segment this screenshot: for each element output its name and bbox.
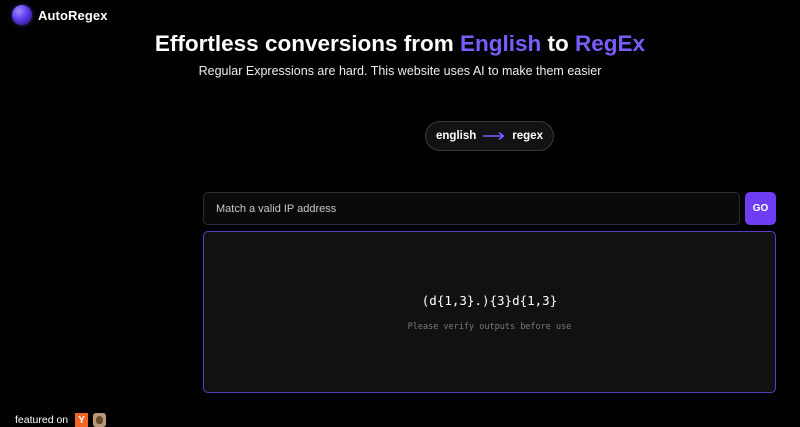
mode-toggle[interactable]: english regex — [425, 121, 554, 151]
page: AutoRegex Effortless conversions from En… — [0, 0, 800, 427]
prompt-input[interactable] — [203, 192, 740, 225]
featured-on: featured on Y — [15, 413, 107, 427]
verify-note: Please verify outputs before use — [407, 322, 572, 332]
brand[interactable]: AutoRegex — [12, 5, 108, 25]
mode-from-label: english — [436, 130, 477, 142]
y-combinator-icon[interactable]: Y — [75, 413, 89, 427]
hero-subtitle: Regular Expressions are hard. This websi… — [198, 64, 602, 78]
hero-title-part1: Effortless conversions from — [154, 31, 461, 56]
product-hunt-kitty-icon[interactable] — [93, 413, 107, 427]
autoregex-logo-icon — [12, 5, 32, 25]
hero-title-english: English — [460, 31, 542, 56]
regex-output[interactable]: (d{1,3}.){3}d{1,3} — [204, 293, 775, 308]
result-panel: (d{1,3}.){3}d{1,3} Please verify outputs… — [203, 231, 776, 393]
brand-name: AutoRegex — [38, 7, 108, 23]
long-right-arrow-icon — [483, 131, 506, 141]
mode-to-label: regex — [512, 130, 543, 142]
hero-title-regex: RegEx — [575, 31, 646, 56]
go-button[interactable]: GO — [745, 192, 776, 225]
hero-title-part2: to — [541, 31, 576, 56]
featured-label: featured on — [15, 414, 69, 426]
hero-title: Effortless conversions from English to R… — [0, 31, 800, 57]
